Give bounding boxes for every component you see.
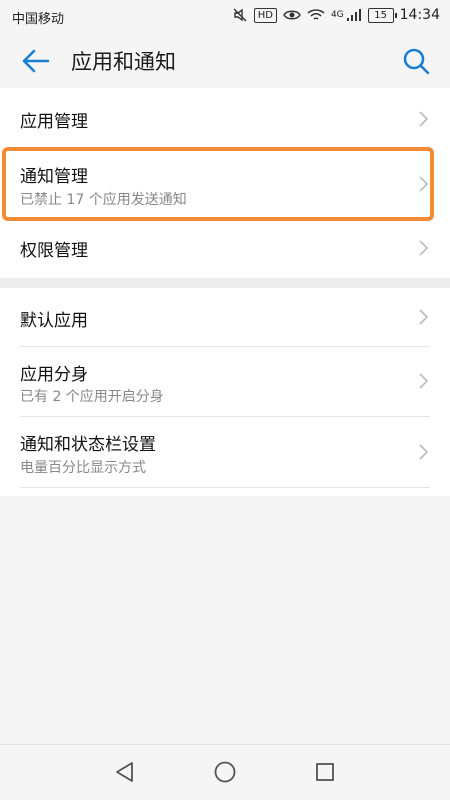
section-gap: [0, 278, 450, 288]
chevron-right-icon: [419, 176, 428, 192]
network-type: 4G: [330, 10, 344, 20]
menu-item-subtitle: 已有 2 个应用开启分身: [20, 389, 164, 405]
menu-item-label: 通知和状态栏设置: [20, 435, 156, 455]
search-icon[interactable]: [402, 47, 430, 75]
settings-section-2: 默认应用 应用分身 已有 2 个应用开启分身 通知和状态栏设置 电量百分比显示方…: [0, 288, 450, 496]
signal-icon: [346, 9, 361, 21]
menu-item-notification-management[interactable]: 通知管理 已禁止 17 个应用发送通知: [0, 151, 450, 217]
menu-item-notification-statusbar-settings[interactable]: 通知和状态栏设置 电量百分比显示方式: [0, 417, 450, 487]
system-icons: HD 4G 15 14:34: [232, 7, 440, 23]
menu-item-app-management[interactable]: 应用管理: [0, 88, 450, 150]
navigation-bar: [0, 744, 450, 800]
battery-indicator: 15: [367, 7, 397, 23]
recents-square-icon[interactable]: [312, 759, 338, 785]
menu-item-subtitle: 已禁止 17 个应用发送通知: [20, 192, 187, 208]
carrier-label: 中国移动: [12, 12, 65, 27]
chevron-right-icon: [419, 111, 428, 127]
menu-item-label: 默认应用: [20, 311, 88, 331]
page-title: 应用和通知: [71, 50, 176, 74]
menu-item-subtitle: 电量百分比显示方式: [20, 460, 146, 476]
eye-icon: [283, 10, 301, 20]
hd-badge: HD: [253, 7, 277, 23]
menu-item-app-twin[interactable]: 应用分身 已有 2 个应用开启分身: [0, 347, 450, 416]
chevron-right-icon: [419, 309, 428, 325]
divider: [20, 487, 430, 488]
menu-item-label: 通知管理: [20, 167, 88, 187]
chevron-right-icon: [419, 444, 428, 460]
chevron-right-icon: [419, 240, 428, 256]
app-bar: 应用和通知: [0, 32, 450, 88]
home-circle-icon[interactable]: [212, 759, 238, 785]
mute-icon: [233, 8, 247, 22]
menu-item-label: 权限管理: [20, 241, 88, 261]
chevron-right-icon: [419, 373, 428, 389]
arrow-left-icon[interactable]: [20, 48, 50, 74]
menu-item-label: 应用分身: [20, 365, 88, 385]
menu-item-permission-management[interactable]: 权限管理: [0, 218, 450, 278]
menu-item-label: 应用管理: [20, 112, 88, 132]
menu-item-default-apps[interactable]: 默认应用: [0, 288, 450, 346]
wifi-icon: [307, 9, 325, 20]
back-triangle-icon[interactable]: [112, 759, 138, 785]
settings-section-1: 应用管理 通知管理 已禁止 17 个应用发送通知 权限管理: [0, 88, 450, 278]
status-bar: 中国移动 HD 4G 15 14:34: [0, 0, 450, 32]
clock: 14:34: [399, 7, 440, 23]
